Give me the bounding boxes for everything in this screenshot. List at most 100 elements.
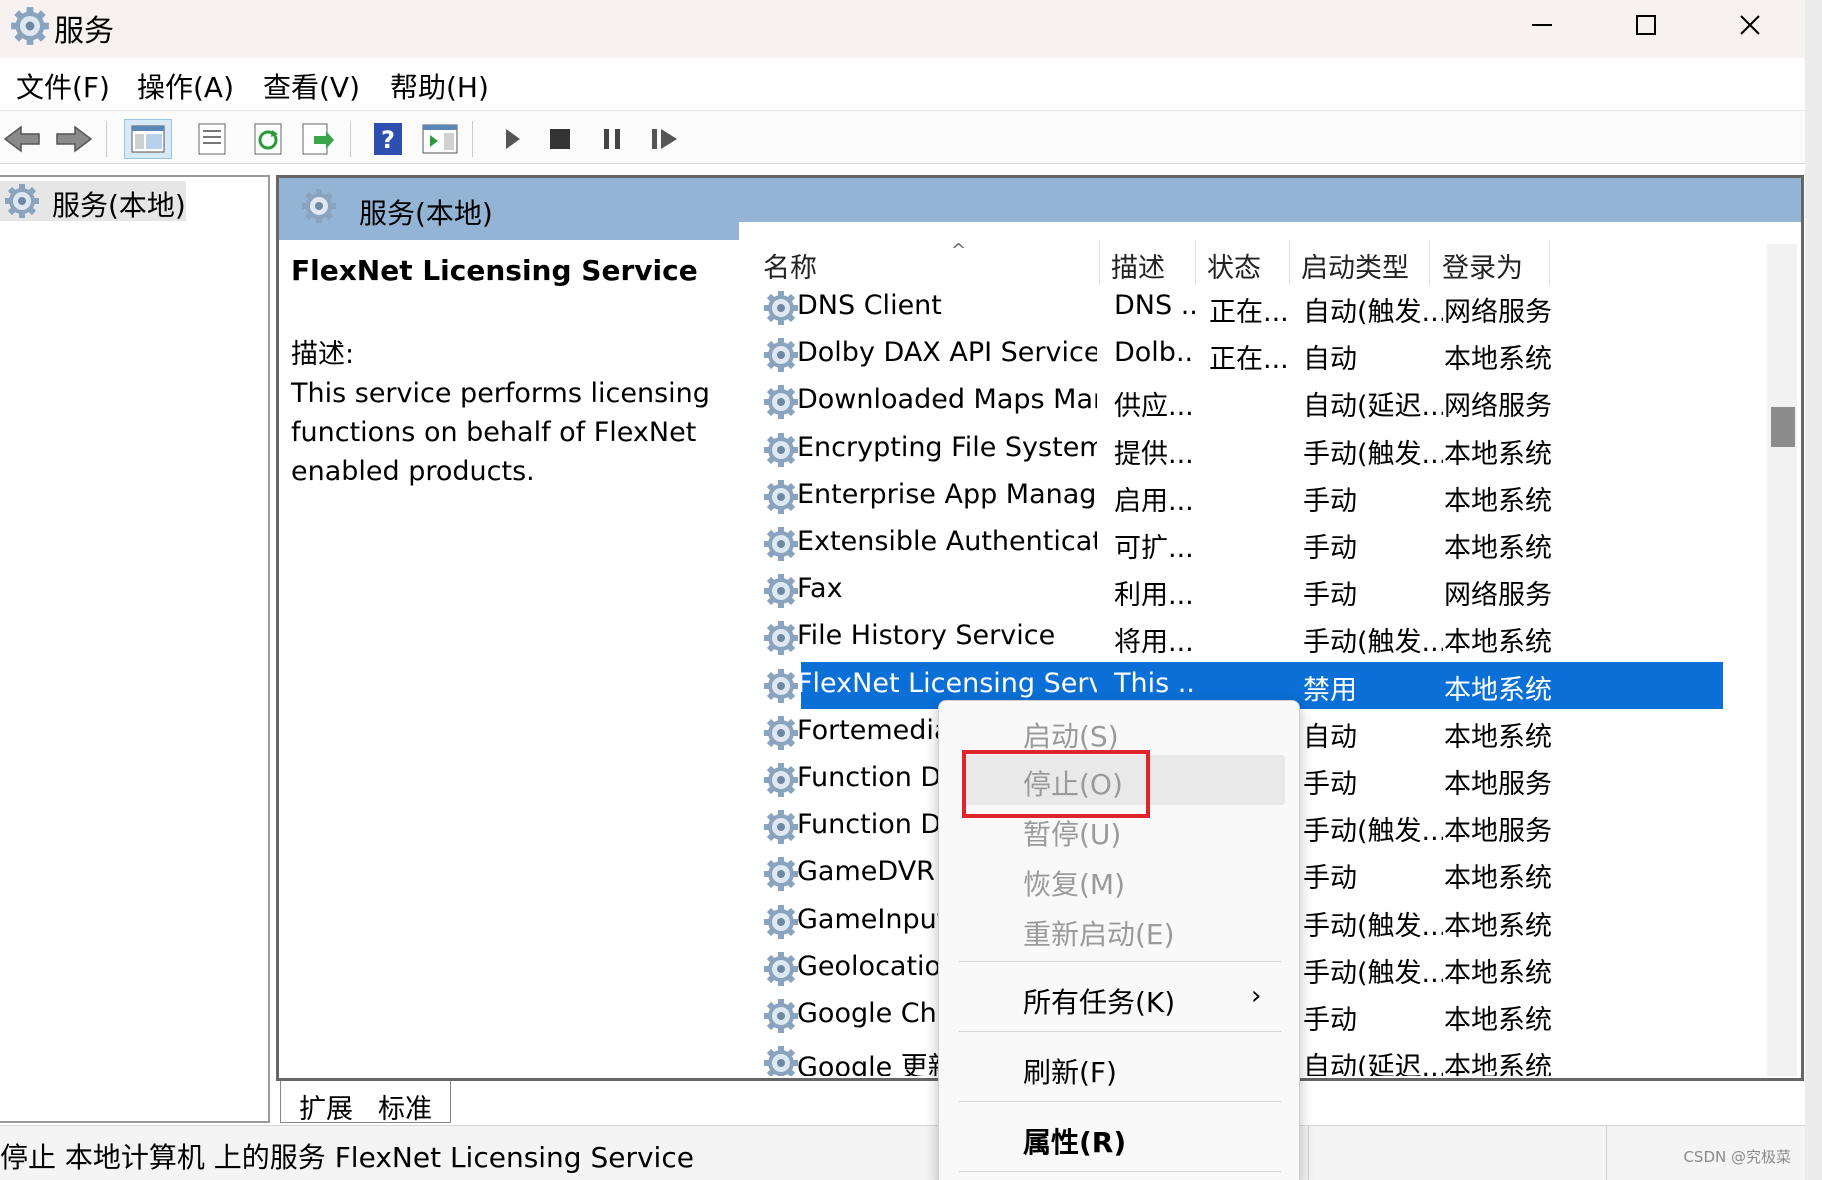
- cell-status: 正在...: [1209, 344, 1289, 376]
- cell-name: FlexNet Licensing Service: [797, 667, 1097, 699]
- status-bar: 停止 本地计算机 上的服务 FlexNet Licensing Service …: [0, 1125, 1805, 1180]
- help-toolbar-button[interactable]: ?: [368, 119, 408, 159]
- tab-standard[interactable]: 标准: [360, 1081, 451, 1125]
- cell-logon-as: 本地服务: [1444, 816, 1552, 848]
- service-gear-icon: [764, 291, 798, 325]
- action-pane-icon: [422, 124, 458, 154]
- forward-arrow-icon: [56, 125, 93, 153]
- menu-item-properties[interactable]: 属性(R): [1023, 1121, 1126, 1161]
- services-gear-icon: [11, 7, 49, 45]
- menu-action[interactable]: 操作(A): [137, 66, 234, 106]
- cell-logon-as: 本地系统: [1444, 344, 1552, 376]
- show-hide-console-tree-button[interactable]: [124, 119, 172, 159]
- table-row[interactable]: Fax 利用... 手动 网络服务: [739, 567, 1739, 614]
- window-title: 服务: [54, 14, 114, 49]
- export-list-button[interactable]: [298, 119, 338, 159]
- start-service-button[interactable]: [492, 119, 532, 159]
- restart-service-button[interactable]: [645, 119, 685, 159]
- menu-file[interactable]: 文件(F): [16, 66, 110, 106]
- service-gear-icon: [764, 385, 798, 420]
- cell-description: 可扩...: [1114, 533, 1194, 564]
- tab-extended[interactable]: 扩展: [280, 1081, 372, 1125]
- service-gear-icon: [764, 999, 798, 1033]
- submenu-chevron-icon: ›: [1251, 981, 1262, 1011]
- maximize-button[interactable]: [1594, 0, 1698, 50]
- table-row[interactable]: Enterprise App Managemen... 启用... 手动 本地系统: [739, 473, 1739, 520]
- toolbar: ?: [0, 110, 1805, 164]
- service-gear-icon: [764, 763, 798, 797]
- stop-service-button[interactable]: [540, 119, 580, 159]
- show-action-pane-button[interactable]: [420, 119, 460, 159]
- forward-button[interactable]: [54, 119, 94, 159]
- menu-item-restart[interactable]: 重新启动(E): [1023, 913, 1175, 953]
- export-icon: [302, 123, 334, 155]
- table-row[interactable]: Downloaded Maps Manager 供应... 自动(延迟...网络服务: [739, 378, 1739, 425]
- cell-name: Encrypting File System (EFS): [797, 431, 1097, 463]
- menu-item-resume[interactable]: 恢复(M): [1023, 863, 1125, 903]
- pause-icon: [604, 129, 620, 149]
- menu-item-pause[interactable]: 暂停(U): [1023, 813, 1121, 853]
- cell-name: Fax: [797, 573, 843, 605]
- properties-toolbar-button[interactable]: [192, 119, 232, 159]
- cell-startup-type: 手动(触发...: [1303, 816, 1443, 848]
- cell-startup-type: 手动: [1303, 1005, 1357, 1036]
- cell-description: 将用...: [1114, 627, 1194, 659]
- table-row[interactable]: File History Service 将用... 手动(触发... 本地系统: [739, 614, 1739, 661]
- cell-startup-type: 手动: [1303, 580, 1357, 612]
- svg-text:?: ?: [381, 126, 395, 154]
- vertical-scrollbar[interactable]: [1767, 244, 1797, 1076]
- cell-startup-type: 自动(延迟...: [1303, 391, 1443, 423]
- cell-startup-type: 禁用: [1303, 674, 1357, 706]
- cell-status: 正在...: [1209, 297, 1289, 328]
- window-edge: [1805, 0, 1822, 1180]
- minimize-button[interactable]: [1490, 0, 1594, 50]
- close-icon: [1740, 15, 1760, 35]
- refresh-toolbar-button[interactable]: [248, 119, 288, 159]
- cell-startup-type: 手动: [1303, 485, 1357, 517]
- back-button[interactable]: [2, 119, 42, 159]
- cell-name: DNS Client: [797, 290, 942, 321]
- table-row[interactable]: Dolby DAX API Service Dolb... 正在... 自动 本地系统: [739, 331, 1739, 378]
- pane-title: 服务(本地): [359, 197, 493, 230]
- menu-view[interactable]: 查看(V): [263, 66, 360, 106]
- cell-description: DNS ...: [1114, 290, 1196, 321]
- cell-description: 启用...: [1114, 485, 1194, 517]
- menu-help[interactable]: 帮助(H): [390, 66, 489, 106]
- close-button[interactable]: [1698, 0, 1802, 50]
- scrollbar-thumb[interactable]: [1771, 407, 1795, 447]
- help-icon: ?: [374, 123, 402, 155]
- table-row[interactable]: DNS Client DNS ... 正在... 自动(触发...网络服务: [739, 284, 1739, 331]
- service-gear-icon: [764, 951, 798, 986]
- service-gear-icon: [764, 527, 798, 561]
- cell-logon-as: 本地系统: [1444, 533, 1552, 564]
- menu-item-refresh[interactable]: 刷新(F): [1023, 1051, 1117, 1091]
- tree-item-services-local[interactable]: 服务(本地): [0, 181, 186, 222]
- cell-logon-as: 本地系统: [1444, 910, 1552, 942]
- cell-logon-as: 网络服务: [1444, 297, 1552, 328]
- cell-startup-type: 手动: [1303, 863, 1357, 895]
- cell-logon-as: 本地系统: [1444, 1052, 1552, 1076]
- pane-header-tab: 服务(本地): [279, 178, 739, 240]
- service-gear-icon: [764, 1046, 798, 1076]
- pause-service-button[interactable]: [592, 119, 632, 159]
- menu-bar: 文件(F) 操作(A) 查看(V) 帮助(H): [0, 58, 1805, 110]
- description-text: This service performs licensing function…: [291, 378, 710, 487]
- console-tree-pane: 服务(本地): [0, 175, 270, 1123]
- table-row[interactable]: Encrypting File System (EFS) 提供... 手动(触发..…: [739, 426, 1739, 473]
- cell-description: 利用...: [1114, 580, 1194, 612]
- service-gear-icon: [764, 810, 798, 845]
- cell-startup-type: 手动(触发...: [1303, 957, 1443, 989]
- table-row[interactable]: Extensible Authentication P... 可扩... 手动 本地系…: [739, 520, 1739, 567]
- cell-description: This ...: [1114, 667, 1196, 699]
- menu-item-all-tasks[interactable]: 所有任务(K): [1023, 981, 1175, 1021]
- cell-startup-type: 手动: [1303, 533, 1357, 564]
- menu-item-start[interactable]: 启动(S): [1023, 715, 1119, 755]
- cell-logon-as: 本地服务: [1444, 769, 1552, 800]
- status-text: 停止 本地计算机 上的服务 FlexNet Licensing Service: [0, 1141, 694, 1174]
- service-gear-icon: [764, 715, 798, 750]
- cell-startup-type: 自动: [1303, 344, 1357, 376]
- cell-name: Dolby DAX API Service: [797, 337, 1097, 369]
- properties-icon: [198, 123, 226, 155]
- cell-name: Enterprise App Managemen...: [797, 478, 1097, 510]
- service-gear-icon: [764, 904, 798, 939]
